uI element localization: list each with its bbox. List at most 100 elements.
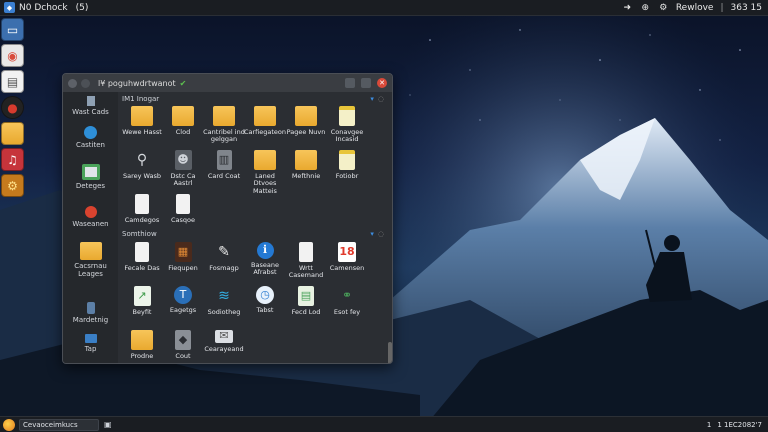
folder-icon bbox=[79, 242, 102, 260]
file-item[interactable]: 18 Camensen bbox=[325, 242, 369, 272]
filter-icon[interactable]: ▾ bbox=[370, 95, 374, 103]
file-item[interactable]: Wrtt Casemand bbox=[284, 242, 328, 280]
calendar-icon: 18 bbox=[338, 242, 356, 262]
sidebar-item-0[interactable]: Wast Cads bbox=[63, 96, 118, 116]
file-item[interactable]: ✎ Fosmagp bbox=[202, 242, 246, 272]
file-label: Sarey Wasb bbox=[122, 172, 162, 180]
arrow-right-icon[interactable]: ➜ bbox=[622, 2, 633, 13]
file-item[interactable]: Carfiegateon bbox=[243, 106, 287, 136]
wrench-icon: ⚲ bbox=[136, 151, 148, 168]
file-label: Conavgee Incasid bbox=[330, 128, 364, 144]
options-icon[interactable]: ◌ bbox=[378, 95, 384, 103]
mail-icon: ✉ bbox=[215, 329, 233, 343]
file-item[interactable]: Laned Dtvoes Matteis bbox=[243, 150, 287, 195]
file-item[interactable]: T Eagetgs bbox=[161, 286, 205, 314]
file-item[interactable]: ℹ Baseane Afrabst bbox=[243, 242, 287, 277]
file-label: Fiequpen bbox=[168, 264, 198, 272]
file-label: Fecale Das bbox=[124, 264, 160, 272]
wifi-icon: ≋ bbox=[218, 287, 230, 304]
folder-icon bbox=[213, 106, 235, 126]
file-item[interactable]: ↗ Beyfit bbox=[120, 286, 164, 316]
sidebar-item-5[interactable]: Mardetnig bbox=[63, 302, 118, 324]
file-label: Carfiegateon bbox=[243, 128, 287, 136]
sidebar-item-3[interactable]: Waseanen bbox=[63, 206, 118, 228]
document-icon bbox=[135, 194, 149, 214]
file-item[interactable]: Cantribel ind gelggan bbox=[202, 106, 246, 144]
monitor-icon bbox=[84, 334, 97, 343]
file-item[interactable]: ◆ Cout bbox=[161, 330, 205, 360]
file-label: Baseane Afrabst bbox=[251, 261, 279, 277]
filter-icon[interactable]: ▾ bbox=[370, 230, 374, 238]
file-label: Beyfit bbox=[132, 308, 152, 316]
minimize-button[interactable] bbox=[345, 78, 355, 88]
folder-icon[interactable] bbox=[1, 122, 24, 145]
panel-clock[interactable]: 363 15 bbox=[731, 3, 763, 13]
window-titlebar[interactable]: l¥ poguhwdrtwanot ✔ ✕ bbox=[63, 74, 392, 92]
sidebar-item-6[interactable]: Tap bbox=[63, 334, 118, 353]
document-icon bbox=[176, 194, 190, 214]
book-icon: ▤ bbox=[298, 286, 314, 306]
file-label: Clod bbox=[175, 128, 191, 136]
maximize-button[interactable] bbox=[361, 78, 371, 88]
info-icon: ℹ bbox=[256, 242, 274, 259]
file-item[interactable]: ▥ Card Coat bbox=[202, 150, 246, 180]
chart-icon: ↗ bbox=[133, 286, 151, 306]
file-label: Cearayeand bbox=[204, 345, 244, 353]
back-icon[interactable] bbox=[68, 78, 77, 88]
file-item[interactable]: ≋ Sodiotheg bbox=[202, 286, 246, 316]
section-title-1: IM1 Inogar bbox=[122, 95, 160, 103]
tray-count[interactable]: 1 bbox=[707, 421, 711, 429]
chrome-icon[interactable]: ◉ bbox=[1, 44, 24, 67]
file-item[interactable]: Prodne bbox=[120, 330, 164, 360]
file-label: Camdegos bbox=[124, 216, 160, 224]
disc-icon[interactable]: ● bbox=[1, 96, 24, 119]
file-item[interactable]: Fotiobr bbox=[325, 150, 369, 180]
notification-icon[interactable]: ▣ bbox=[104, 420, 112, 429]
music-icon[interactable]: ♫ bbox=[1, 148, 24, 171]
t-icon: T bbox=[174, 286, 192, 304]
app-icon bbox=[81, 164, 100, 180]
network-icon[interactable]: ⊕ bbox=[640, 2, 651, 13]
file-item[interactable]: ◷ Tabst bbox=[243, 286, 287, 314]
section-header-2[interactable]: Somthiow ▾ ◌ bbox=[122, 230, 384, 238]
yellow-doc-icon bbox=[339, 106, 355, 126]
file-item[interactable]: Pagee Nuvn bbox=[284, 106, 328, 136]
active-app-name[interactable]: N0 Dchock bbox=[19, 3, 68, 13]
file-item[interactable]: ✉ Cearayeand bbox=[202, 329, 246, 353]
panel-indicator[interactable]: (5) bbox=[76, 3, 89, 13]
file-item[interactable]: Fecale Das bbox=[120, 242, 164, 272]
sidebar-item-4[interactable]: Cacsrnau Leages bbox=[63, 242, 118, 278]
window-icon[interactable]: ▭ bbox=[1, 18, 24, 41]
file-item[interactable]: Casqoe bbox=[161, 194, 205, 224]
file-item[interactable]: ▦ Fiequpen bbox=[161, 242, 205, 272]
app-logo-icon[interactable]: ◆ bbox=[4, 2, 15, 13]
file-item[interactable]: ⚲ Sarey Wasb bbox=[120, 150, 164, 180]
section-header-1[interactable]: IM1 Inogar ▾ ◌ bbox=[122, 95, 384, 103]
folder-icon bbox=[254, 150, 276, 170]
folder-icon bbox=[254, 106, 276, 126]
options-icon[interactable]: ◌ bbox=[378, 230, 384, 238]
taskbar-clock[interactable]: 1 1EC2082'7 bbox=[717, 421, 762, 429]
file-item[interactable]: ▤ Fecd Lod bbox=[284, 286, 328, 316]
panel-user-label[interactable]: Rewlove bbox=[676, 3, 714, 13]
settings-icon[interactable]: ⚙ bbox=[658, 2, 669, 13]
close-button[interactable]: ✕ bbox=[377, 78, 387, 88]
file-item[interactable]: ☻ Dstc Ca Aastrl bbox=[161, 150, 205, 188]
document-icon[interactable]: ▤ bbox=[1, 70, 24, 93]
start-menu-icon[interactable] bbox=[3, 418, 15, 431]
scrollbar[interactable] bbox=[388, 342, 392, 363]
file-item[interactable]: Conavgee Incasid bbox=[325, 106, 369, 144]
sidebar-item-1[interactable]: Castiten bbox=[63, 126, 118, 149]
file-item[interactable]: Wewe Hasst bbox=[120, 106, 164, 136]
file-label: Laned Dtvoes Matteis bbox=[253, 172, 277, 195]
file-item[interactable]: Camdegos bbox=[120, 194, 164, 224]
file-item[interactable]: ⚭ Esot fey bbox=[325, 286, 369, 316]
sidebar-item-2[interactable]: Deteges bbox=[63, 164, 118, 190]
file-item[interactable]: Mefthnie bbox=[284, 150, 328, 180]
file-label: Card Coat bbox=[207, 172, 241, 180]
file-item[interactable]: Clod bbox=[161, 106, 205, 136]
taskbar: Cevaoceimkucs ▣ 1 1 1EC2082'7 bbox=[0, 416, 768, 432]
gear-icon[interactable]: ⚙ bbox=[1, 174, 24, 197]
forward-icon[interactable] bbox=[81, 78, 90, 88]
taskbar-entry[interactable]: Cevaoceimkucs bbox=[19, 418, 99, 431]
